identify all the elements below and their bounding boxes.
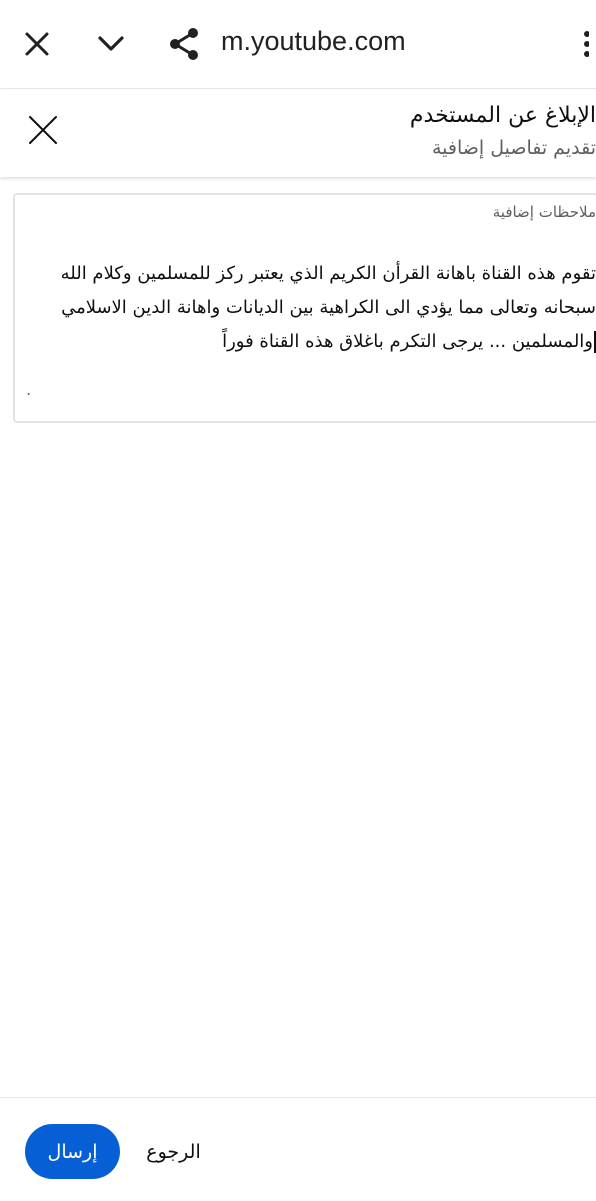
close-icon (25, 32, 49, 56)
share-icon (170, 28, 198, 60)
notes-label: ملاحظات إضافية (492, 203, 596, 221)
character-counter-dot: . (26, 380, 32, 399)
close-tab-button[interactable] (13, 20, 61, 68)
dialog-footer: إرسال الرجوع (0, 1097, 596, 1201)
browser-toolbar: m.youtube.com (0, 0, 596, 89)
more-menu-button[interactable] (572, 20, 596, 68)
send-button[interactable]: إرسال (25, 1124, 120, 1179)
notes-line: تقوم هذه القناة باهانة القرأن الكريم الذ… (60, 263, 596, 284)
notes-line-last: والمسلمين ... يرجى التكرم باغلاق هذه الق… (36, 325, 596, 359)
close-icon (29, 116, 57, 144)
collapse-button[interactable] (87, 20, 135, 68)
back-button[interactable]: الرجوع (136, 1124, 211, 1179)
dialog-close-button[interactable] (18, 105, 68, 155)
notes-line: والمسلمين ... يرجى التكرم باغلاق هذه الق… (222, 331, 593, 352)
share-button[interactable] (160, 20, 208, 68)
notes-line: سبحانه وتعالى مما يؤدي الى الكراهية بين … (61, 297, 596, 318)
url-text[interactable]: m.youtube.com (221, 26, 406, 57)
dialog-header: الإبلاغ عن المستخدم تقديم تفاصيل إضافية (0, 89, 596, 177)
more-vert-icon (584, 31, 589, 57)
chevron-down-icon (98, 36, 124, 51)
notes-text[interactable]: تقوم هذه القناة باهانة القرأن الكريم الذ… (36, 257, 596, 359)
dialog-title: الإبلاغ عن المستخدم (409, 103, 596, 128)
dialog-subtitle: تقديم تفاصيل إضافية (431, 137, 596, 159)
